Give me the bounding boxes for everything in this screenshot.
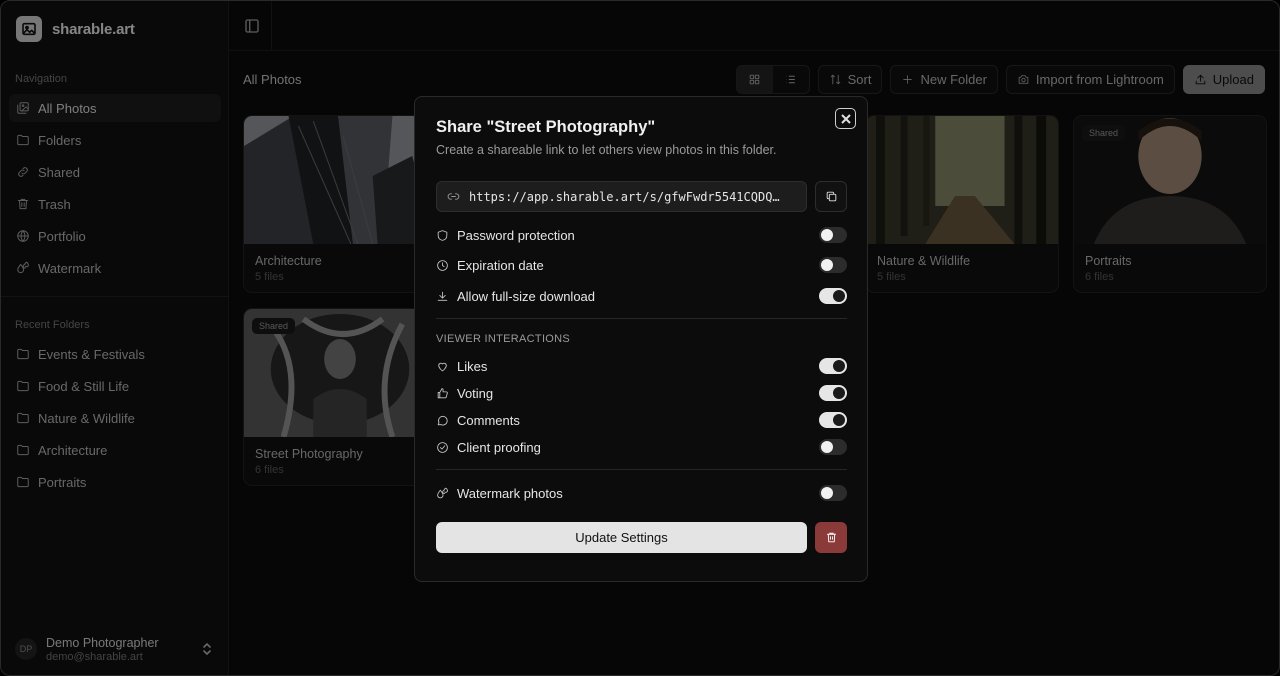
setting-label: Expiration date [457, 257, 544, 273]
dialog-divider [436, 469, 847, 470]
setting-label: Client proofing [457, 439, 541, 455]
switch-knob [833, 414, 845, 426]
dialog-title: Share "Street Photography" [436, 118, 656, 136]
setting-label: Likes [457, 358, 488, 374]
setting-label: Comments [457, 412, 520, 428]
download-icon [437, 291, 448, 301]
share-dialog: Share "Street Photography" Create a shar… [414, 96, 868, 582]
copy-link-button[interactable] [815, 181, 847, 212]
password-protection-switch[interactable] [819, 227, 847, 243]
switch-knob [821, 259, 833, 271]
full-size-download-switch[interactable] [819, 288, 847, 304]
clock-icon [437, 259, 448, 271]
expiration-date-row: Expiration date [436, 255, 847, 275]
switch-knob [821, 441, 833, 453]
check-circle-icon [437, 441, 448, 453]
switch-knob [821, 229, 833, 241]
delete-share-button[interactable] [815, 522, 847, 553]
share-link-url: https://app.sharable.art/s/gfwFwdr5541CQ… [469, 189, 780, 204]
heart-icon [438, 362, 447, 371]
dialog-divider [436, 318, 847, 319]
trash-icon [826, 532, 836, 543]
close-icon [840, 113, 851, 124]
switch-knob [821, 487, 833, 499]
watermark-row: Watermark photos [436, 483, 847, 503]
client-proofing-row: Client proofing [436, 437, 847, 457]
comments-row: Comments [436, 410, 847, 430]
app-window: sharable.art Navigation All Photos Folde… [0, 0, 1280, 676]
password-protection-row: Password protection [436, 225, 847, 245]
viewer-interactions-label: VIEWER INTERACTIONS [436, 333, 571, 345]
setting-label: Watermark photos [457, 485, 563, 501]
shield-icon [437, 229, 448, 241]
client-proofing-switch[interactable] [819, 439, 847, 455]
watermark-switch[interactable] [819, 485, 847, 501]
setting-label: Allow full-size download [457, 288, 596, 304]
close-button[interactable] [835, 108, 856, 129]
thumbs-up-icon [437, 387, 448, 398]
likes-switch[interactable] [819, 358, 847, 374]
setting-label: Password protection [457, 227, 575, 243]
switch-knob [833, 387, 845, 399]
voting-switch[interactable] [819, 385, 847, 401]
dialog-subtitle: Create a shareable link to let others vi… [436, 143, 777, 157]
full-size-download-row: Allow full-size download [436, 286, 847, 306]
droplets-icon [437, 487, 448, 498]
update-settings-button[interactable]: Update Settings [436, 522, 807, 553]
comments-switch[interactable] [819, 412, 847, 428]
expiration-date-switch[interactable] [819, 257, 847, 273]
link-icon [447, 193, 460, 200]
switch-knob [833, 290, 845, 302]
voting-row: Voting [436, 383, 847, 403]
share-link-field[interactable]: https://app.sharable.art/s/gfwFwdr5541CQ… [436, 181, 807, 212]
switch-knob [833, 360, 845, 372]
setting-label: Voting [457, 385, 494, 401]
copy-icon [826, 191, 836, 202]
message-circle-icon [437, 415, 448, 425]
likes-row: Likes [436, 356, 847, 376]
